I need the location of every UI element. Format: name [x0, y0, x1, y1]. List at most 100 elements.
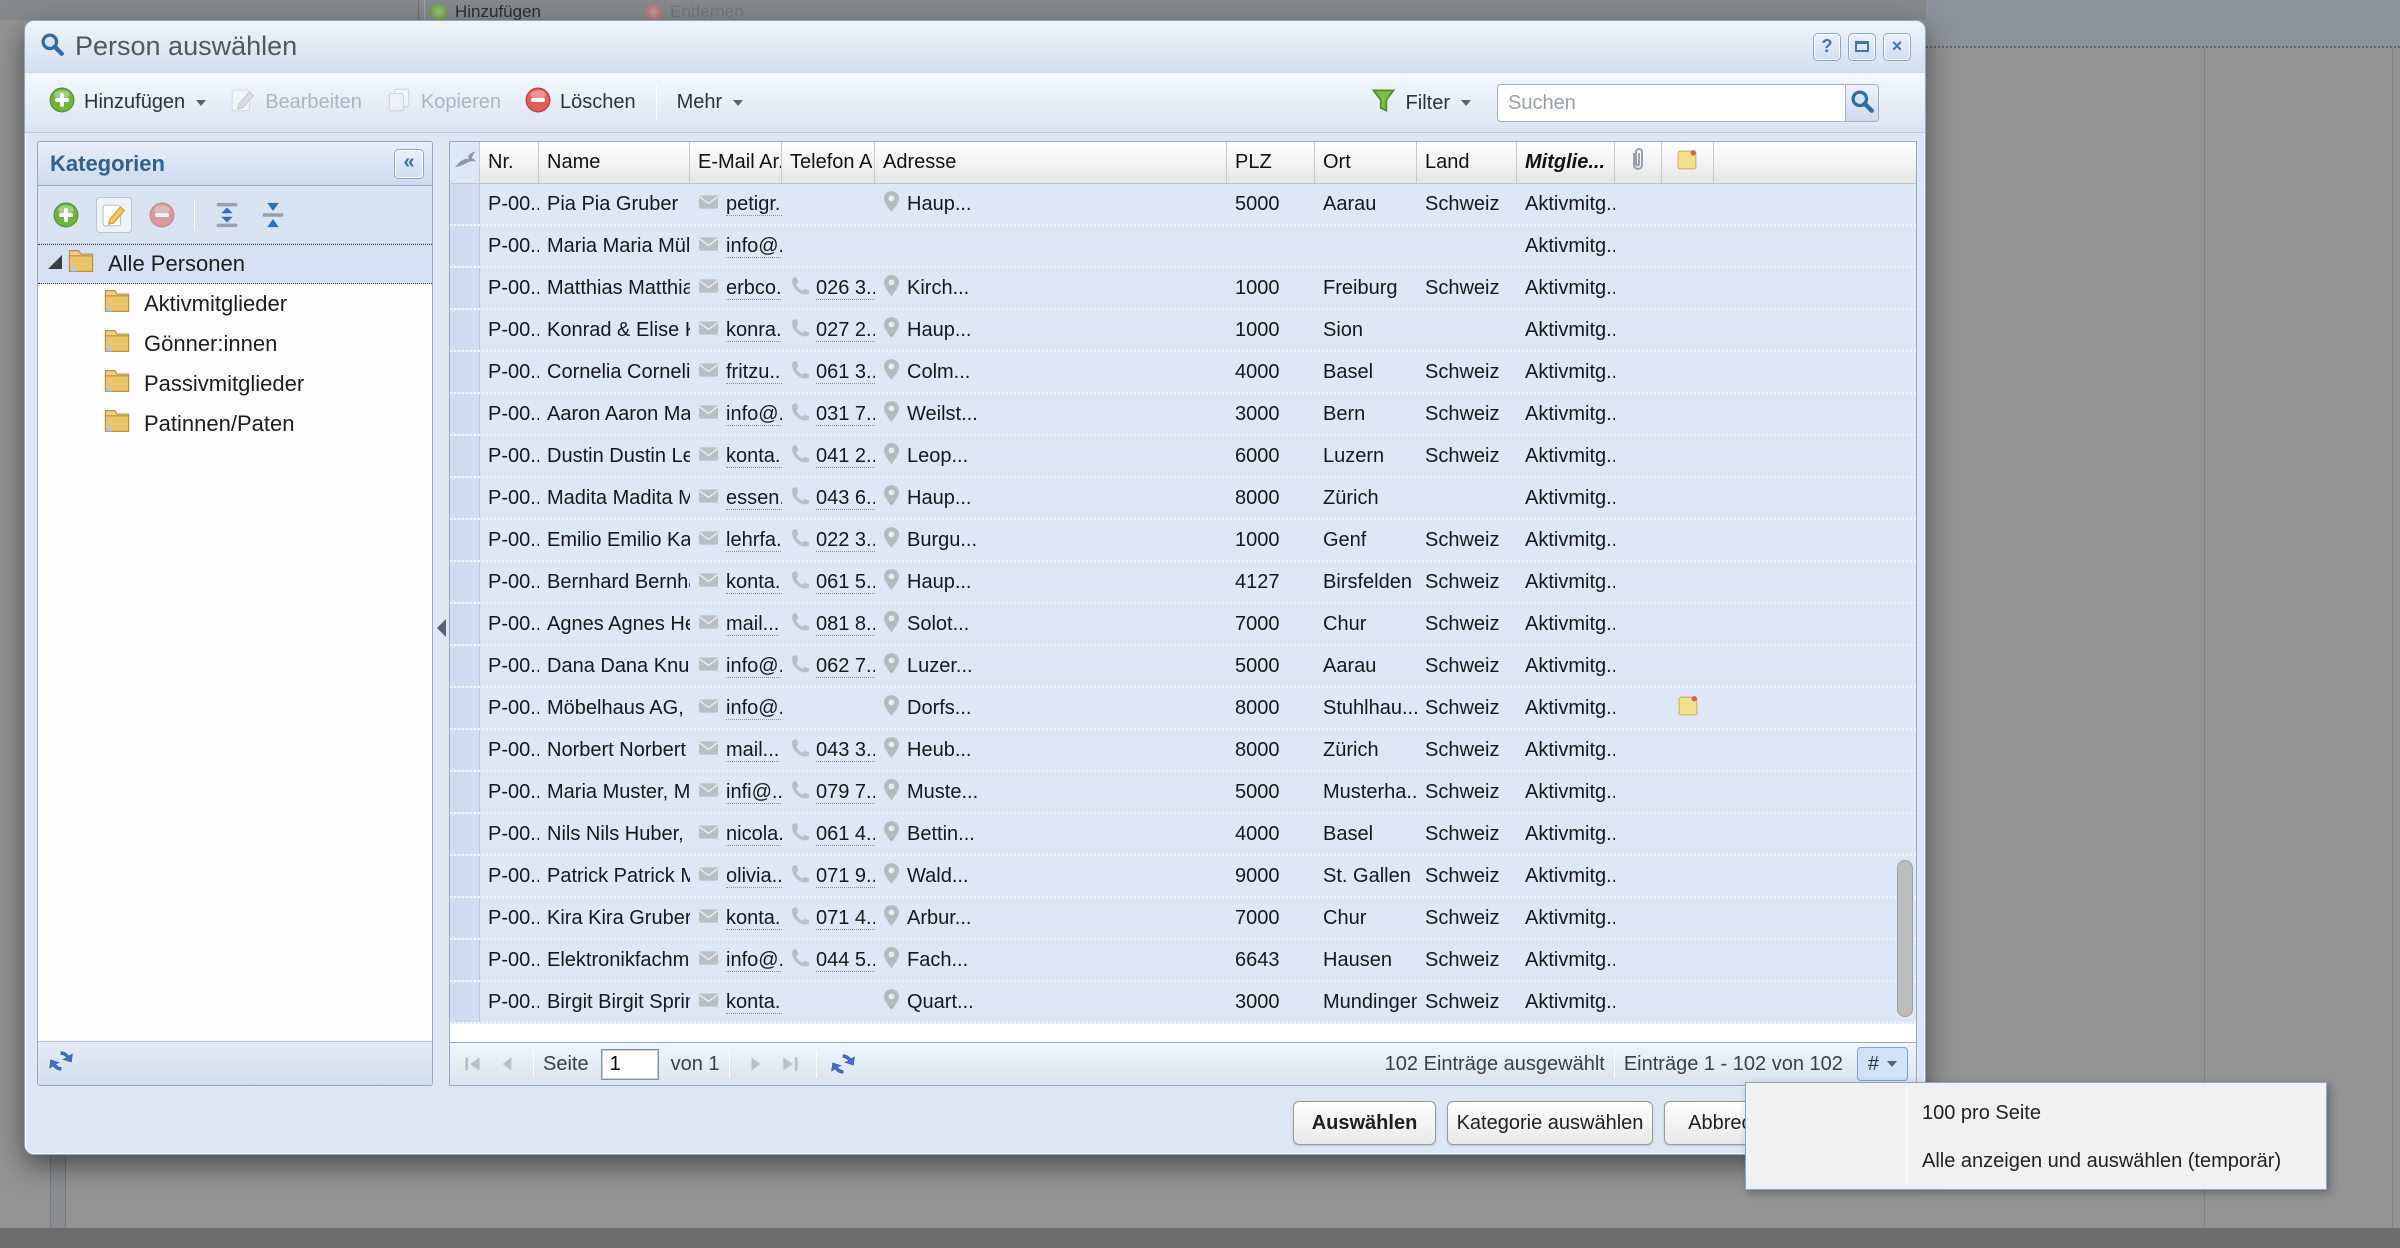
phone-link[interactable]: 071 4... — [816, 907, 875, 930]
remove-category-button[interactable] — [146, 199, 178, 231]
table-row[interactable]: P-00...Agnes Agnes Helb...mail...081 8..… — [450, 604, 1916, 646]
column-header-plz[interactable]: PLZ — [1227, 142, 1315, 183]
email-link[interactable]: mail... — [726, 739, 779, 762]
tree-expander-icon[interactable] — [48, 255, 62, 269]
row-selector-cell[interactable] — [450, 730, 480, 770]
email-link[interactable]: fritzu... — [726, 361, 782, 384]
column-header-row-icon[interactable] — [450, 142, 480, 183]
column-header-telefon[interactable]: Telefon A... — [782, 142, 875, 183]
email-link[interactable]: petigr... — [726, 193, 782, 216]
next-page-button[interactable] — [739, 1048, 773, 1080]
menu-item-100-per-page[interactable]: 100 pro Seite — [1746, 1089, 2326, 1137]
add-button[interactable]: Hinzufügen — [37, 80, 218, 126]
email-link[interactable]: konta... — [726, 571, 782, 594]
email-link[interactable]: info@... — [726, 655, 782, 678]
row-selector-cell[interactable] — [450, 814, 480, 854]
table-row[interactable]: P-00...Aaron Aaron Marti...info@...031 7… — [450, 394, 1916, 436]
select-category-button[interactable]: Kategorie auswählen — [1447, 1101, 1653, 1145]
email-link[interactable]: mail... — [726, 613, 779, 636]
email-link[interactable]: info@... — [726, 949, 782, 972]
tree-item-category[interactable]: Gönner:innen — [38, 324, 432, 364]
column-header-email[interactable]: E-Mail Ar... — [690, 142, 782, 183]
delete-button[interactable]: Löschen — [513, 80, 648, 126]
table-row[interactable]: P-00...Birgit Birgit Springkonta...Quart… — [450, 982, 1916, 1024]
row-selector-cell[interactable] — [450, 856, 480, 896]
row-selector-cell[interactable] — [450, 394, 480, 434]
more-button[interactable]: Mehr — [665, 80, 756, 126]
row-selector-cell[interactable] — [450, 268, 480, 308]
phone-link[interactable]: 043 6... — [816, 487, 875, 510]
email-link[interactable]: konta... — [726, 991, 782, 1014]
phone-link[interactable]: 061 5... — [816, 571, 875, 594]
column-header-attachment[interactable] — [1615, 142, 1662, 183]
table-row[interactable]: P-00...Norbert Norbert Fr...mail...043 3… — [450, 730, 1916, 772]
phone-link[interactable]: 071 9... — [816, 865, 875, 888]
email-link[interactable]: konta... — [726, 907, 782, 930]
phone-link[interactable]: 061 4... — [816, 823, 875, 846]
email-link[interactable]: konta... — [726, 445, 782, 468]
table-row[interactable]: P-00...Kira Kira Gruberkonta...071 4...A… — [450, 898, 1916, 940]
email-link[interactable]: erbco... — [726, 277, 782, 300]
add-category-button[interactable] — [50, 199, 82, 231]
table-row[interactable]: P-00...Emilio Emilio Kart, ...lehrfa...0… — [450, 520, 1916, 562]
tree-item-category[interactable]: Passivmitglieder — [38, 364, 432, 404]
collapse-all-button[interactable] — [257, 199, 289, 231]
table-row[interactable]: P-00...Patrick Patrick Mar...olivia...07… — [450, 856, 1916, 898]
edit-category-button[interactable] — [96, 197, 132, 233]
table-row[interactable]: P-00...Elektronikfachmark...info@...044 … — [450, 940, 1916, 982]
table-row[interactable]: P-00...Matthias Matthias ...erbco...026 … — [450, 268, 1916, 310]
edit-button[interactable]: Bearbeiten — [218, 80, 374, 126]
table-row[interactable]: P-00...Maria Maria Müllerinfo@...Aktivmi… — [450, 226, 1916, 268]
phone-link[interactable]: 043 3... — [816, 739, 875, 762]
tree-item-category[interactable]: Aktivmitglieder — [38, 284, 432, 324]
table-row[interactable]: P-00...Bernhard Bernhard...konta...061 5… — [450, 562, 1916, 604]
table-row[interactable]: P-00...Maria Muster, Mari...infi@...079 … — [450, 772, 1916, 814]
phone-link[interactable]: 044 5... — [816, 949, 875, 972]
copy-button[interactable]: Kopieren — [374, 80, 513, 126]
row-selector-cell[interactable] — [450, 772, 480, 812]
column-header-nr[interactable]: Nr. — [480, 142, 539, 183]
last-page-button[interactable] — [773, 1048, 807, 1080]
first-page-button[interactable] — [456, 1048, 490, 1080]
column-header-mitglied[interactable]: Mitglie... — [1517, 142, 1615, 183]
email-link[interactable]: nicola... — [726, 823, 782, 846]
page-size-button[interactable]: # — [1857, 1047, 1908, 1081]
menu-item-show-all[interactable]: Alle anzeigen und auswählen (temporär) — [1746, 1137, 2326, 1185]
row-selector-cell[interactable] — [450, 184, 480, 224]
email-link[interactable]: info@... — [726, 235, 782, 258]
phone-link[interactable]: 022 3... — [816, 529, 875, 552]
filter-button[interactable]: Filter — [1358, 80, 1483, 126]
email-link[interactable]: olivia... — [726, 865, 782, 888]
refresh-icon[interactable] — [48, 1048, 74, 1079]
row-selector-cell[interactable] — [450, 646, 480, 686]
email-link[interactable]: lehrfa... — [726, 529, 782, 552]
splitter-collapse-arrow[interactable] — [437, 619, 446, 637]
search-input[interactable] — [1497, 84, 1845, 122]
expand-all-button[interactable] — [211, 199, 243, 231]
row-selector-cell[interactable] — [450, 604, 480, 644]
phone-link[interactable]: 027 2... — [816, 319, 875, 342]
row-selector-cell[interactable] — [450, 226, 480, 266]
select-button[interactable]: Auswählen — [1293, 1101, 1436, 1145]
prev-page-button[interactable] — [490, 1048, 524, 1080]
page-number-input[interactable] — [601, 1049, 659, 1080]
table-row[interactable]: P-00...Möbelhaus AG, Mö...info@...Dorfs.… — [450, 688, 1916, 730]
table-row[interactable]: P-00...Dana Dana Knud, ...info@...062 7.… — [450, 646, 1916, 688]
email-link[interactable]: essen... — [726, 487, 782, 510]
phone-link[interactable]: 062 7... — [816, 655, 875, 678]
phone-link[interactable]: 079 7... — [816, 781, 875, 804]
row-selector-cell[interactable] — [450, 352, 480, 392]
table-row[interactable]: P-00...Cornelia Cornelia F...fritzu...06… — [450, 352, 1916, 394]
row-selector-cell[interactable] — [450, 688, 480, 728]
row-selector-cell[interactable] — [450, 562, 480, 602]
row-selector-cell[interactable] — [450, 940, 480, 980]
email-link[interactable]: info@... — [726, 403, 782, 426]
dialog-titlebar[interactable]: Person auswählen ? × — [25, 21, 1925, 73]
row-selector-cell[interactable] — [450, 898, 480, 938]
email-link[interactable]: infi@... — [726, 781, 782, 804]
table-row[interactable]: P-00...Dustin Dustin Leokonta...041 2...… — [450, 436, 1916, 478]
table-row[interactable]: P-00...Madita Madita Mar...essen...043 6… — [450, 478, 1916, 520]
column-header-adresse[interactable]: Adresse — [875, 142, 1227, 183]
maximize-button[interactable] — [1848, 33, 1876, 61]
column-header-note[interactable] — [1662, 142, 1714, 183]
